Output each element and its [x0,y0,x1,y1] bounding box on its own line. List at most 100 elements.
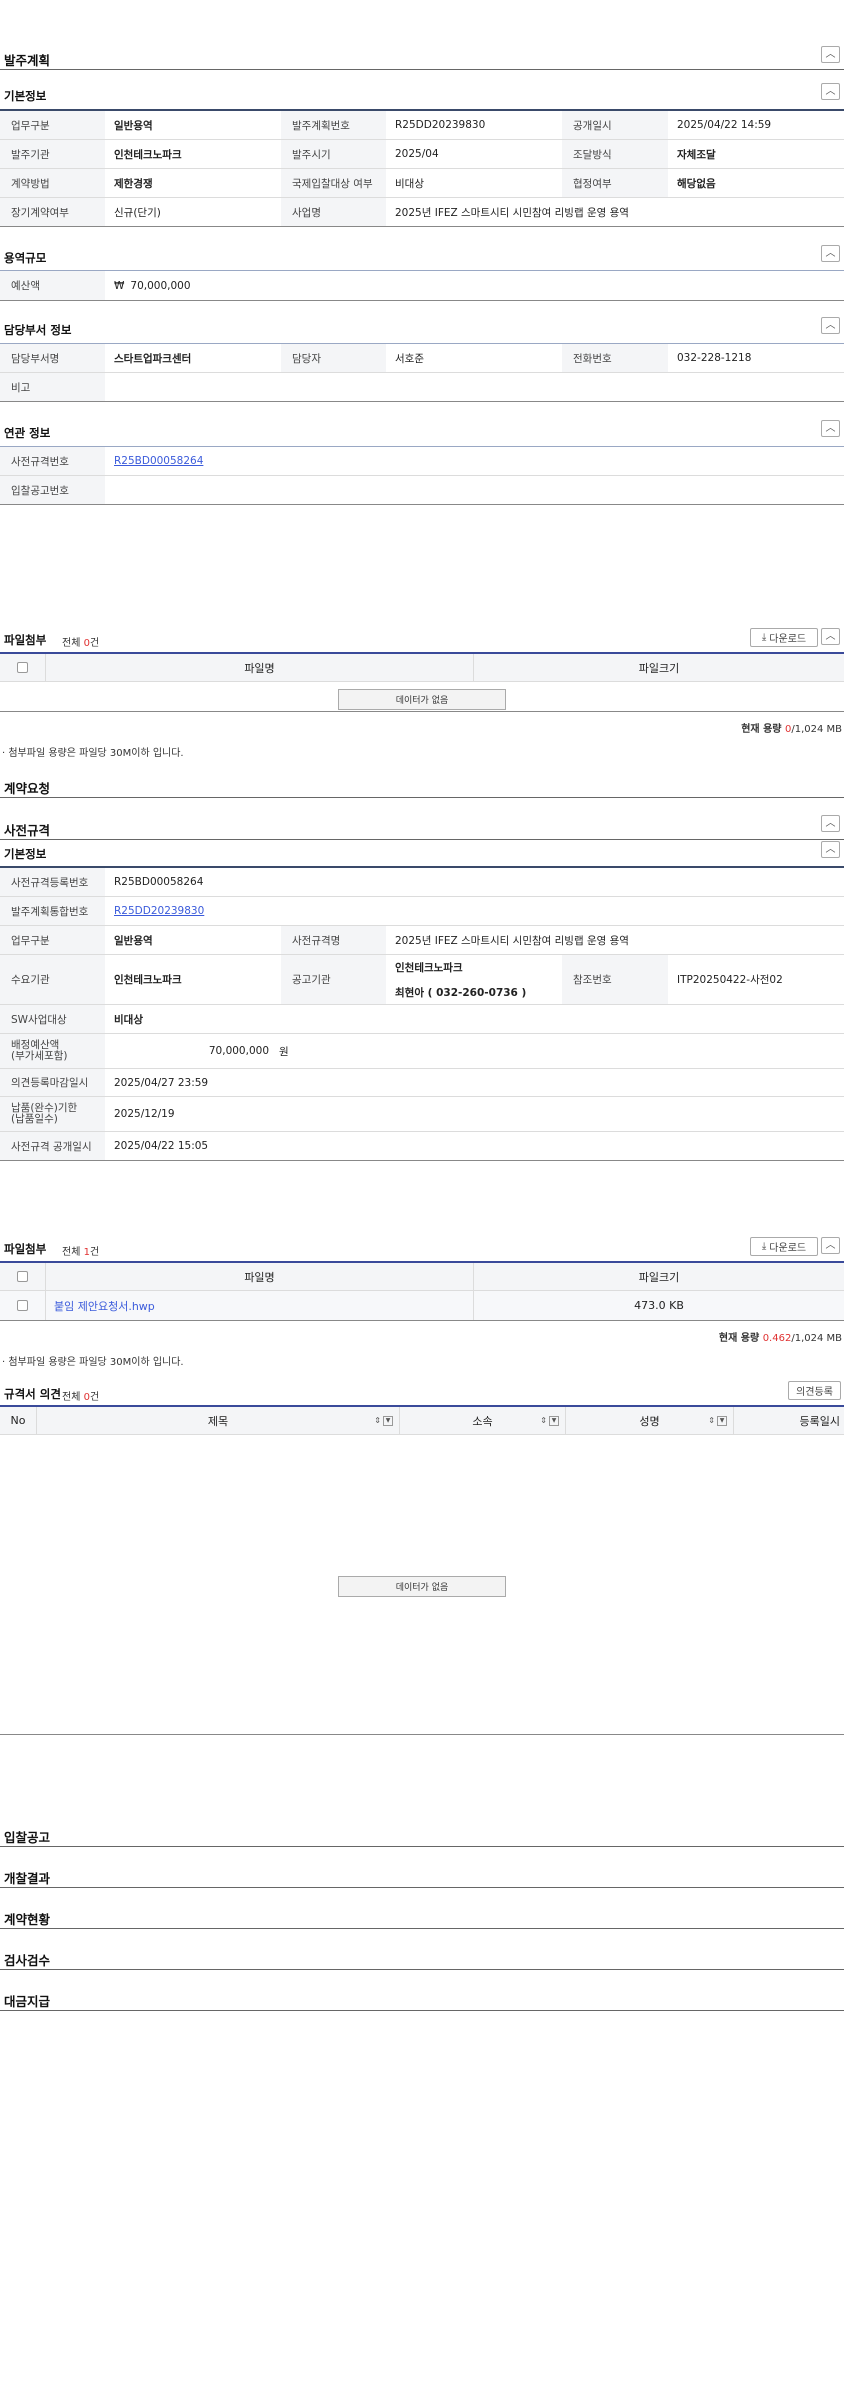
value-project-name: 2025년 IFEZ 스마트시티 시민참여 리빙랩 운영 용역 [395,206,629,219]
files2-title: 파일첨부 [4,1242,47,1256]
label-budget-cell: 배정예산액 (부가세포함) [0,1034,105,1068]
files2-download-button[interactable]: ⤓ 다운로드 [750,1237,818,1256]
value-notice-org-cell: 인천테크노파크 최현아 ( 032-260-0736 ) [386,955,562,1004]
divider [0,797,844,798]
value-demand-org: 인천테크노파크 [114,974,182,986]
col-title: 제목 [207,1414,229,1428]
sort-icon[interactable]: ⇕ [540,1416,547,1425]
link-plan-no[interactable]: R25DD20239830 [114,905,204,917]
files1-download-button[interactable]: ⤓ 다운로드 [750,628,818,647]
label-delivery-cell: 납품(완수)기한 (납품일수) [0,1097,105,1131]
collapse-scale-button[interactable]: ︿ [821,245,840,262]
value-cell: 비대상 [395,177,424,190]
section-title-contract-request: 계약요청 [4,781,51,796]
collapse-basic-button[interactable]: ︿ [821,83,840,100]
filter-icon[interactable]: ▼ [549,1415,559,1426]
select-all-checkbox[interactable] [17,662,28,673]
value-cell: 제한경쟁 [114,177,153,190]
collapse-pre-basic-button[interactable]: ︿ [821,841,840,858]
col-org-cell: 소속 ⇕ ▼ [400,1407,566,1434]
subsection-title-pre-basic: 기본정보 [4,847,47,861]
opinion-no-data: 데이터가 없음 [338,1576,506,1597]
dept-table: 담당부서명 스타트업파크센터 담당자 서호준 전화번호 032-228-1218… [0,343,844,402]
col-org: 소속 [472,1414,493,1428]
label-deadline: 의견등록마감일시 [0,1069,105,1096]
divider [0,69,844,70]
related-table: 사전규격번호 R25BD00058264 입찰공고번호 [0,446,844,505]
col-name-cell: 성명 ⇕ ▼ [566,1407,734,1434]
value-delivery: 2025/12/19 [114,1108,175,1120]
collapse-dept-button[interactable]: ︿ [821,317,840,334]
value-cell: 해당없음 [677,177,716,190]
collapse-pre-spec-button[interactable]: ︿ [821,815,840,832]
col-file-size: 파일크기 [638,1270,680,1284]
divider [0,226,844,227]
chevron-up-icon: ︿ [825,817,836,829]
label-cell: 발주시기 [281,140,386,168]
register-opinion-button[interactable]: 의견등록 [788,1381,841,1400]
collapse-related-button[interactable]: ︿ [821,420,840,437]
sort-icon[interactable]: ⇕ [708,1416,715,1425]
filter-icon[interactable]: ▼ [383,1415,393,1426]
value-cell: R25DD20239830 [395,119,486,131]
table-row: 업무구분 일반용역 발주계획번호 R25DD20239830 공개일시 2025/04/2… [0,111,844,140]
file-checkbox[interactable] [17,1300,28,1311]
table-row: 계약방법 제한경쟁 국제입찰대상 여부 비대상 협정여부 해당없음 [0,169,844,198]
files1-total: 전체 0건 [62,638,100,649]
collapse-files2-button[interactable]: ︿ [821,1237,840,1254]
section-title-opening-result: 개찰결과 [4,1871,51,1886]
label-reg-no: 사전규격등록번호 [0,868,105,896]
files1-note: · 첨부파일 용량은 파일당 30M이하 입니다. [2,748,184,759]
files1-no-data: 데이터가 없음 [338,689,506,710]
value-long-term: 신규(단기) [114,206,161,219]
sort-icon[interactable]: ⇕ [374,1416,381,1425]
label-notice-org: 공고기관 [281,955,386,1004]
label-cell: 계약방법 [0,169,105,197]
collapse-files1-button[interactable]: ︿ [821,628,840,645]
currency-symbol: ₩ [114,279,125,292]
label-pre-spec-no: 사전규격번호 [0,447,105,475]
value-cell: 2025/04/22 14:59 [677,119,772,131]
label-pre-spec-name: 사전규격명 [281,926,386,954]
value-phone: 032-228-1218 [677,352,752,364]
value-cell: 일반용역 [114,119,153,132]
link-pre-spec-no[interactable]: R25BD00058264 [114,455,203,467]
label-long-term: 장기계약여부 [0,198,105,226]
filter-icon[interactable]: ▼ [717,1415,727,1426]
select-all-checkbox[interactable] [17,1271,28,1282]
subsection-title-related: 연관 정보 [4,426,51,440]
table-row: 붙임 제안요청서.hwp 473.0 KB [0,1291,844,1321]
label-plan-no: 발주계획통합번호 [0,897,105,925]
label-ref-no: 참조번호 [562,955,668,1004]
col-file-name: 파일명 [46,1263,474,1290]
value-note [105,373,844,401]
value-deadline: 2025/04/27 23:59 [114,1076,209,1089]
divider [0,1887,844,1888]
section-title-bid-notice: 입찰공고 [4,1830,51,1845]
label-dept: 담당부서명 [0,344,105,372]
label-cell: 발주계획번호 [281,111,386,139]
files2-total: 전체 1건 [62,1247,100,1258]
value-cell: 인천테크노파크 [114,148,182,161]
chevron-up-icon: ︿ [825,843,836,855]
col-file-name: 파일명 [46,654,474,681]
file-link[interactable]: 붙임 제안요청서.hwp [54,1298,155,1314]
label-cell: 조달방식 [562,140,668,168]
value-notice-org: 인천테크노파크 [395,961,463,974]
chevron-up-icon: ︿ [825,85,836,97]
value-budget-cell: ₩ 70,000,000 [105,271,844,300]
label-cell: 발주기관 [0,140,105,168]
label-task: 업무구분 [0,926,105,954]
collapse-plan-button[interactable]: ︿ [821,46,840,63]
pre-spec-table: 사전규격등록번호 R25BD00058264 발주계획통합번호 R25DD202… [0,866,844,1161]
table-row: 발주기관 인천테크노파크 발주시기 2025/04 조달방식 자체조달 [0,140,844,169]
value-reg-no: R25BD00058264 [114,876,204,888]
value-bid-notice-no [105,476,844,504]
section-title-payment: 대금지급 [4,1994,51,2009]
label-delivery-line2: (납품일수) [11,1113,58,1125]
divider [0,1846,844,1847]
chevron-up-icon: ︿ [825,630,836,642]
opinion-total: 전체 0건 [62,1392,100,1403]
chevron-up-icon: ︿ [825,319,836,331]
label-manager: 담당자 [281,344,386,372]
